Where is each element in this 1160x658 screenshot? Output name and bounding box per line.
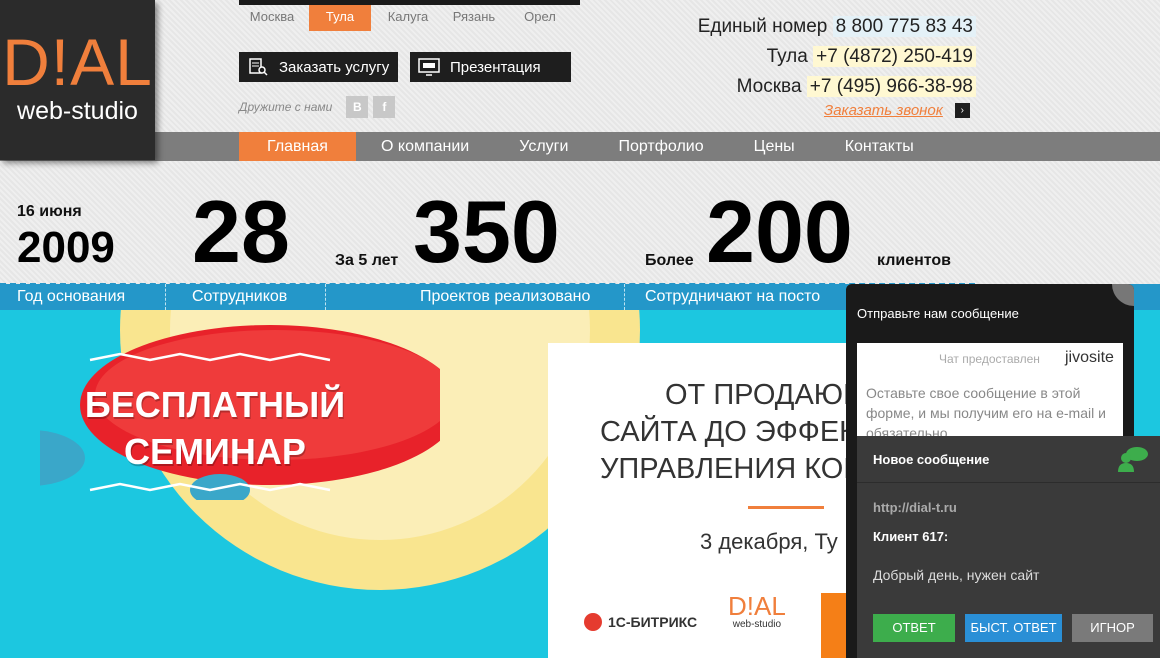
logo-subtitle: web-studio xyxy=(17,96,138,125)
nav-item-home[interactable]: Главная xyxy=(239,132,356,161)
order-service-label: Заказать услугу xyxy=(279,58,390,76)
monitor-icon xyxy=(418,58,440,76)
nav-item-portfolio[interactable]: Портфолио xyxy=(593,132,728,161)
partner-bitrix-logo: 1С-БИТРИКС xyxy=(584,613,697,631)
clients-prefix: Более xyxy=(645,252,694,269)
partner-dial-logo: D!AL web-studio xyxy=(728,593,786,630)
notification-title: Новое сообщение xyxy=(873,452,990,467)
quick-reply-button[interactable]: БЫСТ. ОТВЕТ xyxy=(965,614,1062,642)
chat-title: Отправьте нам сообщение xyxy=(857,306,1019,321)
vk-icon[interactable]: В xyxy=(346,96,369,118)
phone-label: Москва xyxy=(736,76,802,97)
partner-bitrix-label: 1С-БИТРИКС xyxy=(608,614,698,630)
social-links: Дружите с нами В f xyxy=(239,96,400,118)
city-tab-ryazan[interactable]: Рязань xyxy=(441,5,507,31)
phone-number[interactable]: 8 800 775 83 43 xyxy=(832,16,976,37)
clients-count: 200 xyxy=(706,182,853,281)
logo[interactable]: D!AL web-studio xyxy=(0,0,155,160)
city-tab-moscow[interactable]: Москва xyxy=(239,5,305,31)
new-message-notification: Новое сообщение http://dial-t.ru Клиент … xyxy=(857,436,1160,658)
seminar-title-line1: БЕСПЛАТНЫЙ xyxy=(84,384,346,425)
phone-number[interactable]: +7 (4872) 250-419 xyxy=(813,46,976,67)
partner-dial-sub: web-studio xyxy=(732,619,782,630)
seminar-title-line2: СЕМИНАР xyxy=(124,431,306,472)
logo-mark: D!AL xyxy=(2,24,153,99)
callback-link[interactable]: Заказать звонок xyxy=(824,102,943,119)
phones: Единый номер 8 800 775 83 43 Тула +7 (48… xyxy=(698,12,976,102)
phone-row-moscow: Москва +7 (495) 966-38-98 xyxy=(698,72,976,102)
projects-count: 350 xyxy=(413,182,560,281)
founded-date: 16 июня xyxy=(17,203,82,220)
reply-button[interactable]: ОТВЕТ xyxy=(873,614,955,642)
chat-corner-fold[interactable] xyxy=(1112,284,1134,306)
stat-separator xyxy=(624,284,625,310)
main-nav: Главная О компании Услуги Портфолио Цены… xyxy=(0,132,1160,161)
ignore-button[interactable]: ИГНОР xyxy=(1072,614,1153,642)
notification-text: Добрый день, нужен сайт xyxy=(873,567,1040,583)
city-tab-tula[interactable]: Тула xyxy=(309,5,371,31)
founded-year: 2009 xyxy=(17,223,115,272)
seminar-title: БЕСПЛАТНЫЙ СЕМИНАР xyxy=(35,381,395,475)
stat-label-founded: Год основания xyxy=(17,288,126,305)
stat-separator xyxy=(165,284,166,310)
notification-client: Клиент 617: xyxy=(873,529,949,544)
stat-label-projects: Проектов реализовано xyxy=(420,288,591,305)
phone-row-unified: Единый номер 8 800 775 83 43 xyxy=(698,12,976,42)
bitrix-icon xyxy=(584,613,602,631)
projects-prefix: За 5 лет xyxy=(335,252,399,269)
chat-message-field[interactable]: Оставьте свое сообщение в этой форме, и … xyxy=(866,383,1116,443)
chat-bubbles-icon xyxy=(1118,447,1148,472)
phone-label: Единый номер xyxy=(697,16,828,37)
phone-label: Тула xyxy=(766,46,808,67)
nav-item-contacts[interactable]: Контакты xyxy=(820,132,939,161)
order-service-button[interactable]: Заказать услугу xyxy=(239,52,398,82)
city-tab-orel[interactable]: Орел xyxy=(507,5,573,31)
card-divider xyxy=(748,506,824,509)
presentation-label: Презентация xyxy=(450,58,541,76)
nav-item-about[interactable]: О компании xyxy=(356,132,494,161)
chat-provided-by: Чат предоставлен xyxy=(939,352,1040,366)
phone-number[interactable]: +7 (495) 966-38-98 xyxy=(806,76,976,97)
arrow-right-icon[interactable]: › xyxy=(954,103,970,118)
social-label: Дружите с нами xyxy=(239,100,333,114)
seminar-date: 3 декабря, Ту xyxy=(700,529,838,554)
callback: Заказать звонок › xyxy=(824,102,970,119)
city-tab-kaluga[interactable]: Калуга xyxy=(375,5,441,31)
clients-suffix: клиентов xyxy=(877,252,951,269)
employees-count: 28 xyxy=(192,182,290,281)
nav-item-prices[interactable]: Цены xyxy=(729,132,820,161)
presentation-button[interactable]: Презентация xyxy=(410,52,571,82)
document-search-icon xyxy=(249,58,268,76)
nav-item-services[interactable]: Услуги xyxy=(494,132,593,161)
stat-separator xyxy=(325,284,326,310)
stat-label-clients: Сотрудничают на посто xyxy=(645,288,821,305)
main-nav-items: Главная О компании Услуги Портфолио Цены… xyxy=(239,132,939,161)
facebook-icon[interactable]: f xyxy=(373,96,396,118)
stat-label-employees: Сотрудников xyxy=(192,288,288,305)
notification-divider xyxy=(857,482,1160,483)
notification-url[interactable]: http://dial-t.ru xyxy=(873,500,957,515)
partner-dial-mark: D!AL xyxy=(728,591,786,621)
jivosite-logo[interactable]: jivosite xyxy=(1065,349,1114,367)
city-tabs: Москва Тула Калуга Рязань Орел xyxy=(239,5,573,31)
phone-row-tula: Тула +7 (4872) 250-419 xyxy=(698,42,976,72)
